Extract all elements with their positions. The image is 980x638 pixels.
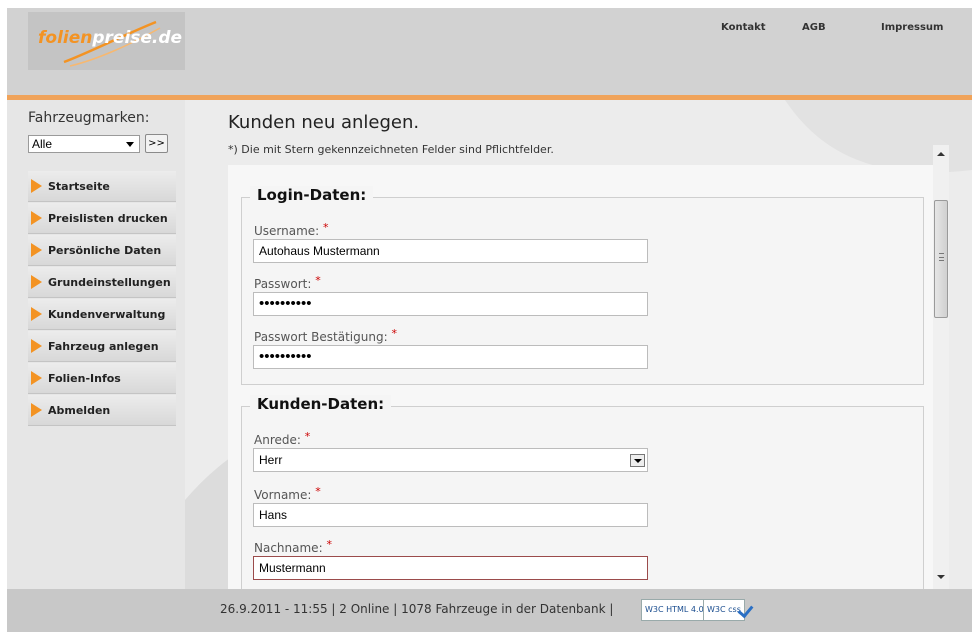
lastname-label: Nachname: * bbox=[254, 538, 332, 555]
sidebar-item-label: Fahrzeug anlegen bbox=[48, 340, 159, 353]
grip-icon bbox=[939, 253, 944, 261]
password-confirm-label-text: Passwort Bestätigung: bbox=[254, 330, 388, 344]
w3c-html-badge-text: W3C HTML 4.01 bbox=[645, 605, 709, 614]
page-title: Kunden neu anlegen. bbox=[228, 112, 420, 133]
customer-fieldset: Kunden-Daten: Anrede: * Herr Vorname: * … bbox=[241, 395, 924, 589]
logo-part-1: folien bbox=[38, 28, 93, 48]
salutation-label: Anrede: * bbox=[254, 430, 311, 447]
required-mark: * bbox=[323, 221, 329, 234]
required-mark: * bbox=[391, 327, 397, 340]
orange-arrow-icon bbox=[31, 403, 42, 417]
brand-go-button[interactable]: >> bbox=[145, 134, 168, 153]
brands-label: Fahrzeugmarken: bbox=[28, 110, 150, 126]
login-fieldset: Login-Daten: Username: * Autohaus Muster… bbox=[241, 186, 924, 385]
sidebar-item-persoenliche-daten[interactable]: Persönliche Daten bbox=[28, 235, 176, 266]
page: folienpreise.de Kontakt AGB Impressum Fa… bbox=[0, 0, 980, 638]
firstname-label-text: Vorname: bbox=[254, 488, 312, 502]
orange-arrow-icon bbox=[31, 179, 42, 193]
nav-link-agb[interactable]: AGB bbox=[802, 22, 826, 33]
brand-select[interactable]: Alle bbox=[28, 135, 140, 153]
scrollbar-thumb[interactable] bbox=[934, 200, 948, 318]
sidebar-item-label: Persönliche Daten bbox=[48, 244, 162, 257]
main-content: Kunden neu anlegen. *) Die mit Stern gek… bbox=[185, 100, 972, 589]
username-label-text: Username: bbox=[254, 224, 320, 238]
password-input[interactable]: •••••••••• bbox=[253, 292, 648, 316]
logo-part-2: preise.de bbox=[92, 28, 183, 48]
required-mark: * bbox=[304, 430, 311, 443]
chevron-down-icon bbox=[126, 142, 134, 147]
w3c-css-badge-text: W3C css bbox=[707, 605, 741, 614]
browser-frame: folienpreise.de Kontakt AGB Impressum Fa… bbox=[7, 8, 972, 632]
sidebar: Fahrzeugmarken: Alle >> Startseite Preis… bbox=[7, 100, 185, 589]
sidebar-item-preislisten[interactable]: Preislisten drucken bbox=[28, 203, 176, 234]
brand-select-value: Alle bbox=[32, 137, 53, 151]
scroll-up-icon[interactable] bbox=[937, 152, 945, 156]
logo[interactable]: folienpreise.de bbox=[28, 12, 185, 70]
nav-link-kontakt[interactable]: Kontakt bbox=[721, 22, 766, 33]
salutation-select[interactable]: Herr bbox=[253, 448, 648, 472]
w3c-html-badge[interactable]: W3C HTML 4.01 bbox=[641, 599, 722, 621]
sidebar-item-label: Kundenverwaltung bbox=[48, 308, 166, 321]
orange-arrow-icon bbox=[31, 211, 42, 225]
w3c-css-badge[interactable]: W3C css bbox=[703, 599, 754, 621]
logo-text: folienpreise.de bbox=[38, 28, 182, 48]
form-scrollbar[interactable] bbox=[933, 145, 949, 589]
nav-link-impressum[interactable]: Impressum bbox=[881, 22, 943, 33]
firstname-label: Vorname: * bbox=[254, 485, 321, 502]
scroll-down-icon[interactable] bbox=[937, 575, 945, 579]
sidebar-item-folien-infos[interactable]: Folien-Infos bbox=[28, 363, 176, 394]
sidebar-item-label: Abmelden bbox=[48, 404, 111, 417]
login-legend: Login-Daten: bbox=[250, 186, 374, 204]
username-label: Username: * bbox=[254, 221, 329, 238]
salutation-label-text: Anrede: bbox=[254, 433, 301, 447]
required-mark: * bbox=[326, 538, 332, 551]
orange-arrow-icon bbox=[31, 339, 42, 353]
sidebar-item-label: Folien-Infos bbox=[48, 372, 121, 385]
orange-arrow-icon bbox=[31, 307, 42, 321]
lastname-input[interactable]: Mustermann bbox=[253, 556, 648, 580]
header: folienpreise.de Kontakt AGB Impressum bbox=[7, 8, 972, 95]
sidebar-item-label: Preislisten drucken bbox=[48, 212, 168, 225]
password-confirm-label: Passwort Bestätigung: * bbox=[254, 327, 397, 344]
footer-status: 26.9.2011 - 11:55 | 2 Online | 1078 Fahr… bbox=[220, 602, 614, 616]
username-input[interactable]: Autohaus Mustermann bbox=[253, 239, 648, 263]
firstname-input[interactable]: Hans bbox=[253, 503, 648, 527]
sidebar-item-label: Grundeinstellungen bbox=[48, 276, 171, 289]
required-mark: * bbox=[315, 274, 321, 287]
orange-arrow-icon bbox=[31, 275, 42, 289]
orange-arrow-icon bbox=[31, 243, 42, 257]
sidebar-item-fahrzeug-anlegen[interactable]: Fahrzeug anlegen bbox=[28, 331, 176, 362]
lastname-label-text: Nachname: bbox=[254, 541, 323, 555]
password-label-text: Passwort: bbox=[254, 277, 312, 291]
sidebar-item-grundeinstellungen[interactable]: Grundeinstellungen bbox=[28, 267, 176, 298]
password-label: Passwort: * bbox=[254, 274, 321, 291]
required-note: *) Die mit Stern gekennzeichneten Felder… bbox=[228, 143, 554, 156]
required-mark: * bbox=[315, 485, 321, 498]
customer-legend: Kunden-Daten: bbox=[250, 395, 392, 413]
chevron-down-icon[interactable] bbox=[630, 454, 645, 467]
salutation-value: Herr bbox=[259, 453, 283, 467]
sidebar-item-kundenverwaltung[interactable]: Kundenverwaltung bbox=[28, 299, 176, 330]
sidebar-item-startseite[interactable]: Startseite bbox=[28, 171, 176, 202]
footer: 26.9.2011 - 11:55 | 2 Online | 1078 Fahr… bbox=[7, 589, 972, 632]
form-panel: Login-Daten: Username: * Autohaus Muster… bbox=[228, 165, 933, 589]
sidebar-item-abmelden[interactable]: Abmelden bbox=[28, 395, 176, 426]
orange-arrow-icon bbox=[31, 371, 42, 385]
password-confirm-input[interactable]: •••••••••• bbox=[253, 345, 648, 369]
sidebar-item-label: Startseite bbox=[48, 180, 110, 193]
